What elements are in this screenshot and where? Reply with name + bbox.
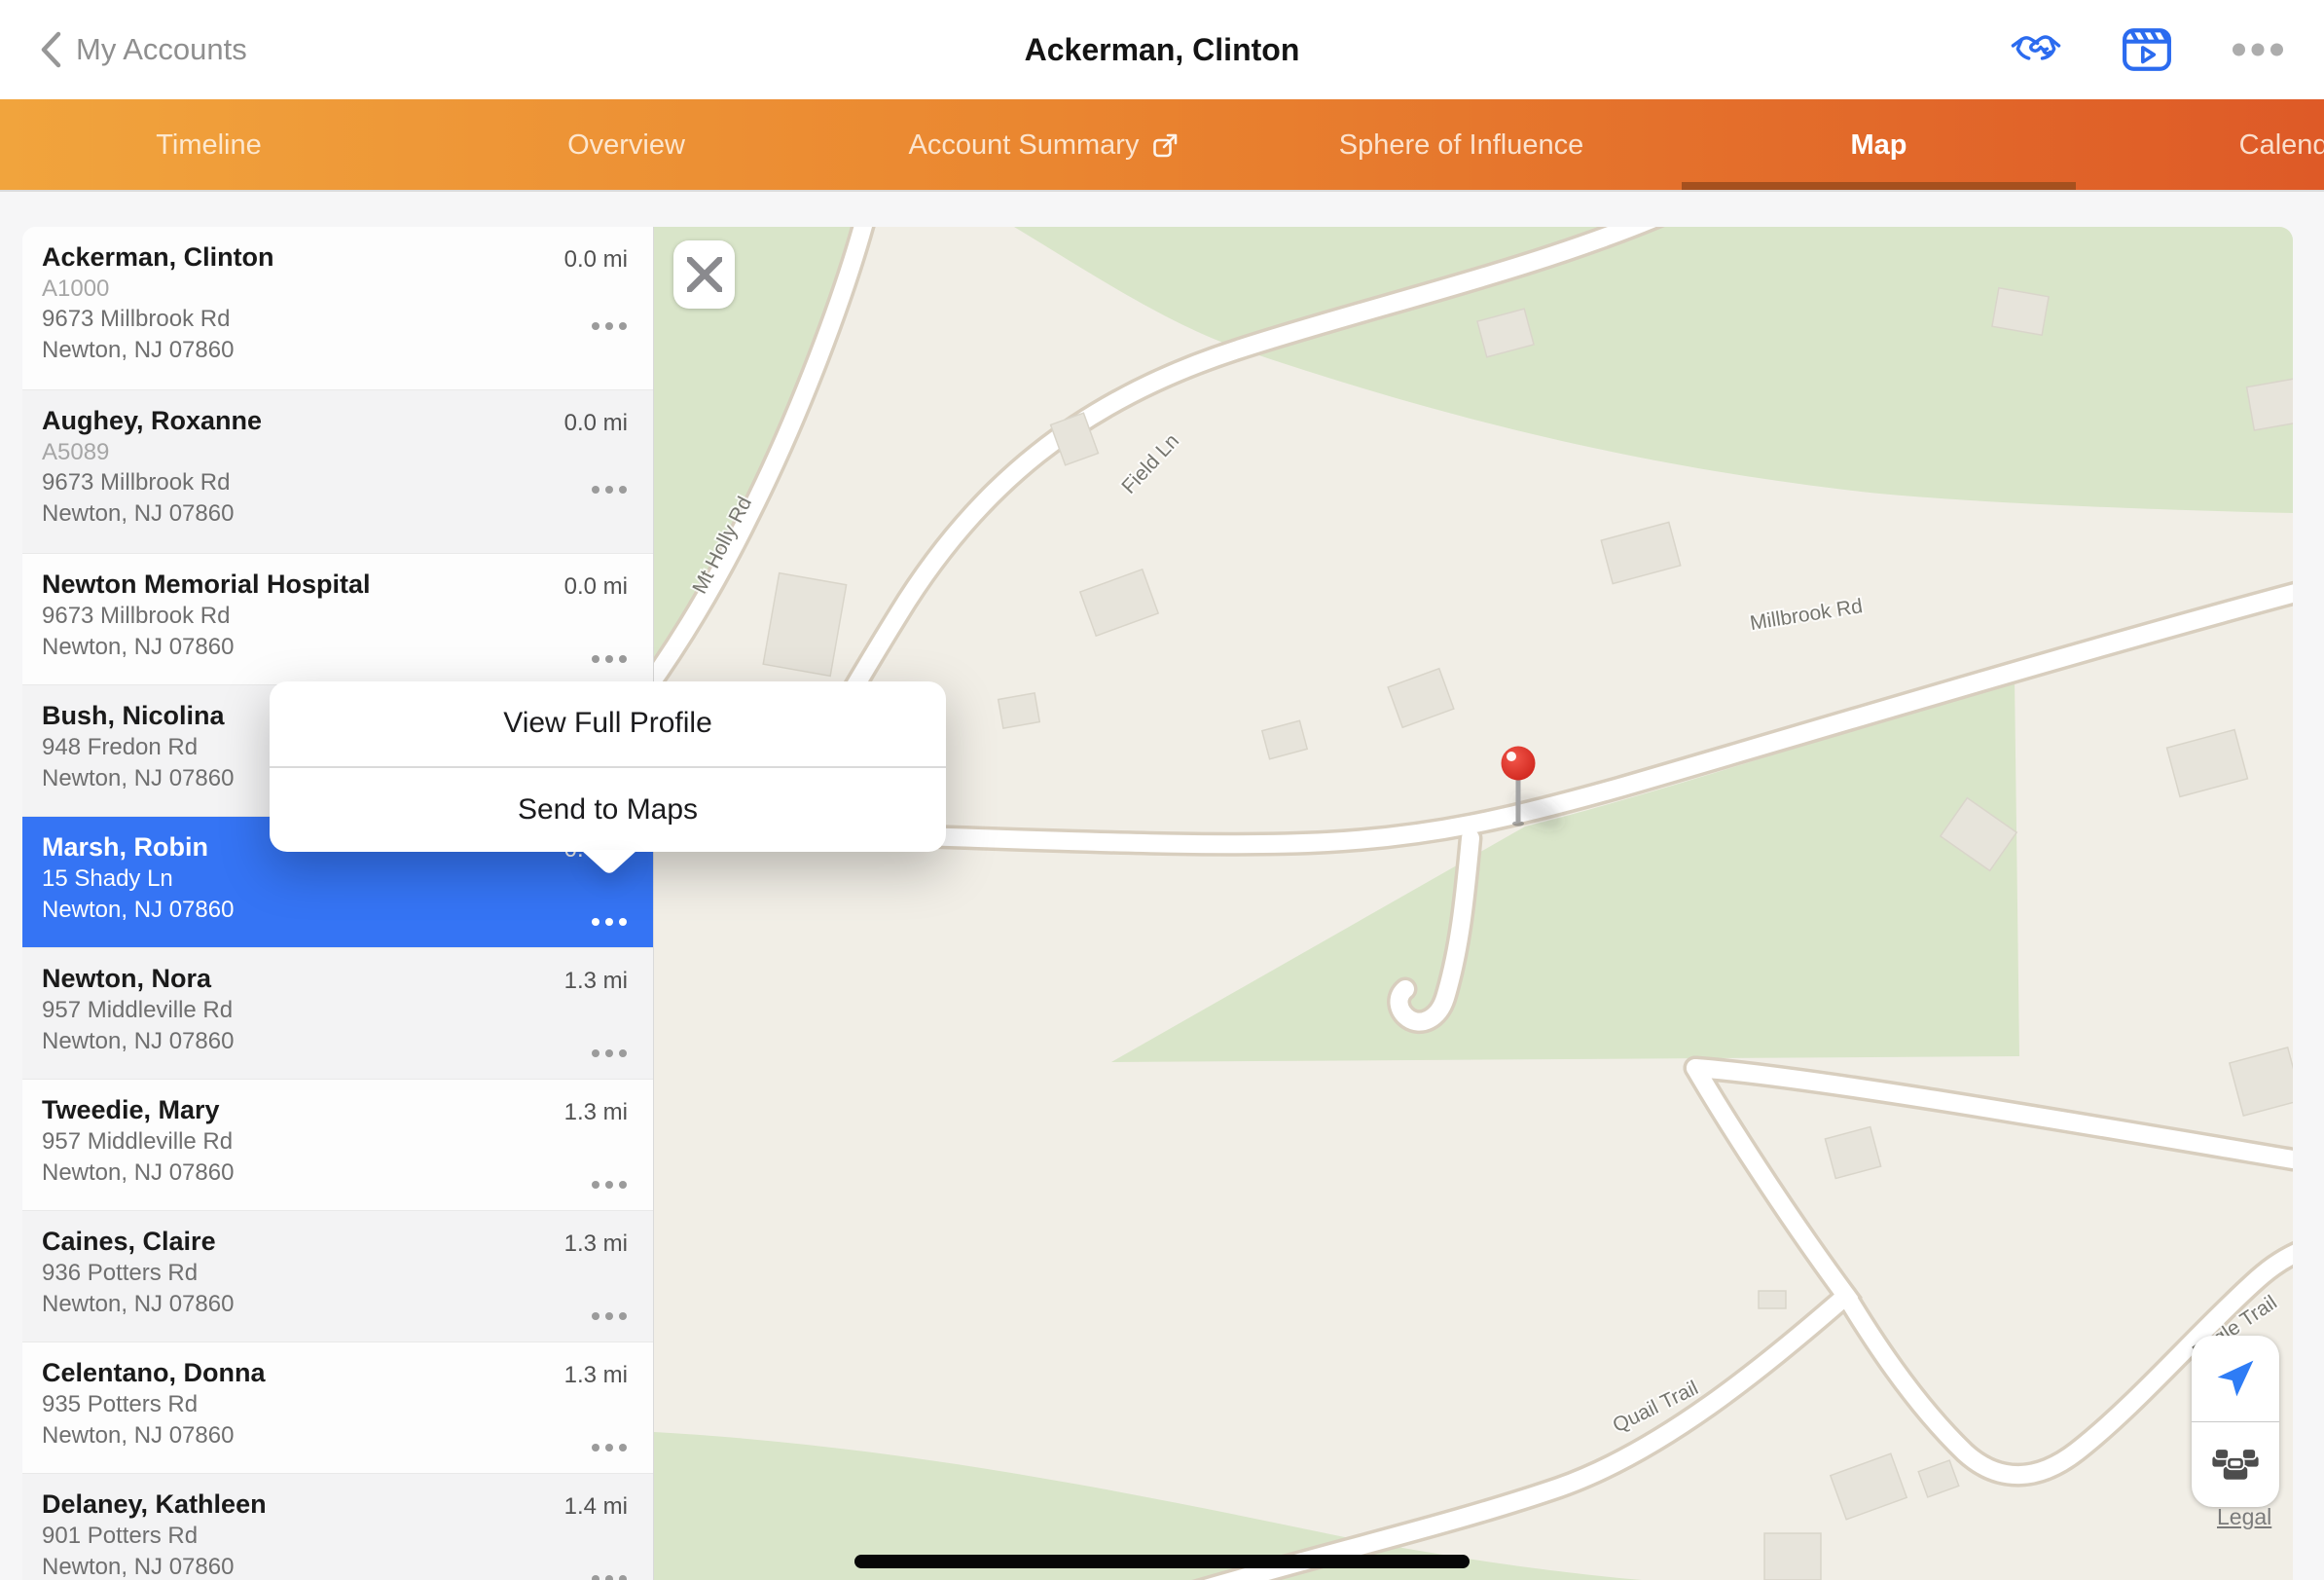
account-city: Newton, NJ 07860 — [42, 1026, 628, 1057]
list-item[interactable]: Ackerman, ClintonA10009673 Millbrook RdN… — [22, 227, 653, 390]
account-distance: 1.3 mi — [564, 1099, 628, 1126]
account-address: 9673 Millbrook Rd — [42, 304, 628, 335]
context-menu: View Full Profile Send to Maps — [270, 681, 946, 852]
app-screen: Ackerman, Clinton My Accounts — [0, 0, 2324, 1580]
account-id: A1000 — [42, 274, 628, 304]
row-more-button[interactable] — [589, 316, 630, 336]
account-city: Newton, NJ 07860 — [42, 498, 628, 530]
row-more-button[interactable] — [589, 1175, 630, 1194]
list-item[interactable]: Tweedie, Mary957 Middleville RdNewton, N… — [22, 1080, 653, 1211]
traffic-button[interactable] — [2192, 1422, 2279, 1508]
navigation-bar: Ackerman, Clinton My Accounts — [0, 0, 2324, 99]
back-button-label: My Accounts — [76, 32, 247, 67]
tab-sphere-of-influence[interactable]: Sphere of Influence — [1253, 99, 1670, 192]
account-name: Newton Memorial Hospital — [42, 569, 628, 601]
account-address: 935 Potters Rd — [42, 1389, 628, 1420]
account-name: Celentano, Donna — [42, 1357, 628, 1389]
account-city: Newton, NJ 07860 — [42, 1289, 628, 1320]
traffic-icon — [2208, 1442, 2263, 1487]
account-address: 936 Potters Rd — [42, 1258, 628, 1289]
tab-map[interactable]: Map — [1670, 99, 2088, 192]
row-more-button[interactable] — [589, 480, 630, 499]
list-item[interactable]: Newton Memorial Hospital9673 Millbrook R… — [22, 554, 653, 685]
account-name: Aughey, Roxanne — [42, 405, 628, 437]
tab-label: Calendar — [2239, 129, 2324, 162]
tab-account-summary[interactable]: Account Summary — [835, 99, 1253, 192]
menu-item-view-full-profile[interactable]: View Full Profile — [270, 681, 946, 766]
account-distance: 0.0 mi — [564, 410, 628, 437]
row-more-button[interactable] — [589, 912, 630, 932]
external-link-icon — [1152, 132, 1179, 159]
account-city: Newton, NJ 07860 — [42, 335, 628, 366]
account-city: Newton, NJ 07860 — [42, 632, 628, 663]
account-id: A5089 — [42, 437, 628, 467]
tab-label: Overview — [567, 129, 685, 162]
tab-timeline[interactable]: Timeline — [0, 99, 418, 192]
row-more-button[interactable] — [589, 649, 630, 669]
tab-label: Account Summary — [909, 129, 1140, 162]
account-name: Newton, Nora — [42, 963, 628, 995]
account-address: 957 Middleville Rd — [42, 1126, 628, 1157]
map-canvas[interactable]: Mt Holly Rd Field Ln Millbrook Rd Quail … — [654, 227, 2293, 1580]
list-item[interactable]: Celentano, Donna935 Potters RdNewton, NJ… — [22, 1342, 653, 1474]
account-address: 901 Potters Rd — [42, 1521, 628, 1552]
tab-label: Timeline — [156, 129, 262, 162]
active-tab-underline — [1682, 182, 2076, 192]
current-location-button[interactable] — [2192, 1336, 2279, 1421]
page-title: Ackerman, Clinton — [0, 0, 2324, 99]
tab-calendar[interactable]: Calendar — [2088, 99, 2324, 192]
account-distance: 1.3 mi — [564, 968, 628, 995]
account-list[interactable]: Ackerman, ClintonA10009673 Millbrook RdN… — [22, 227, 654, 1580]
list-item[interactable]: Caines, Claire936 Potters RdNewton, NJ 0… — [22, 1211, 653, 1342]
media-clapper-icon[interactable] — [2122, 24, 2172, 75]
legal-link[interactable]: Legal — [2217, 1504, 2271, 1530]
account-city: Newton, NJ 07860 — [42, 1157, 628, 1189]
row-more-button[interactable] — [589, 1306, 630, 1326]
tab-bar: Timeline Overview Account Summary Sphere of… — [0, 99, 2324, 192]
back-button[interactable]: My Accounts — [39, 0, 247, 99]
account-name: Tweedie, Mary — [42, 1094, 628, 1126]
account-distance: 1.3 mi — [564, 1362, 628, 1389]
account-name: Ackerman, Clinton — [42, 241, 628, 274]
account-city: Newton, NJ 07860 — [42, 895, 628, 926]
list-item[interactable]: Aughey, RoxanneA50899673 Millbrook RdNew… — [22, 390, 653, 554]
account-distance: 0.0 mi — [564, 573, 628, 601]
list-item[interactable]: Newton, Nora957 Middleville RdNewton, NJ… — [22, 948, 653, 1080]
tab-label: Map — [1851, 129, 1907, 162]
account-distance: 1.4 mi — [564, 1493, 628, 1521]
close-icon — [687, 257, 722, 292]
account-city: Newton, NJ 07860 — [42, 1552, 628, 1580]
row-more-button[interactable] — [589, 1438, 630, 1457]
tab-label: Sphere of Influence — [1339, 129, 1584, 162]
account-address: 9673 Millbrook Rd — [42, 467, 628, 498]
account-address: 957 Middleville Rd — [42, 995, 628, 1026]
chevron-left-icon — [39, 30, 62, 69]
account-address: 15 Shady Ln — [42, 863, 628, 895]
header-actions — [2011, 0, 2283, 99]
more-ellipsis-icon[interactable] — [2233, 24, 2283, 75]
handshake-icon[interactable] — [2011, 24, 2061, 75]
account-distance: 0.0 mi — [564, 246, 628, 274]
close-map-button[interactable] — [673, 240, 735, 309]
location-arrow-icon — [2215, 1358, 2256, 1399]
map-controls — [2192, 1336, 2279, 1507]
tab-overview[interactable]: Overview — [418, 99, 835, 192]
row-more-button[interactable] — [589, 1044, 630, 1063]
account-name: Caines, Claire — [42, 1226, 628, 1258]
account-name: Delaney, Kathleen — [42, 1488, 628, 1521]
menu-item-send-to-maps[interactable]: Send to Maps — [270, 768, 946, 853]
map-panel[interactable]: Mt Holly Rd Field Ln Millbrook Rd Quail … — [654, 227, 2293, 1580]
context-menu-tail — [581, 850, 637, 879]
row-more-button[interactable] — [589, 1569, 630, 1580]
account-address: 9673 Millbrook Rd — [42, 601, 628, 632]
account-city: Newton, NJ 07860 — [42, 1420, 628, 1451]
list-item[interactable]: Delaney, Kathleen901 Potters RdNewton, N… — [22, 1474, 653, 1580]
home-indicator[interactable] — [854, 1555, 1470, 1568]
account-distance: 1.3 mi — [564, 1231, 628, 1258]
